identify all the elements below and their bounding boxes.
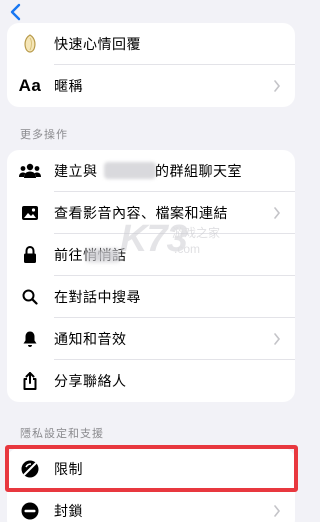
search-icon: [19, 286, 41, 308]
watermark-text: 游戏之家: [172, 226, 221, 240]
group-icon: [19, 160, 41, 182]
more-actions-title: 更多操作: [20, 128, 68, 141]
notifications-sounds-row[interactable]: 通知和音效: [7, 318, 295, 360]
search-in-conversation-row[interactable]: 在對話中搜尋: [7, 276, 295, 318]
create-group-row[interactable]: 建立與 的群組聊天室: [7, 150, 295, 192]
chevron-left-icon[interactable]: [6, 2, 26, 22]
nickname-row[interactable]: Aa 暱稱: [7, 65, 295, 107]
font-aa-icon: Aa: [18, 76, 42, 95]
search-in-conversation-label: 在對話中搜尋: [54, 290, 141, 306]
notifications-sounds-label: 通知和音效: [54, 332, 127, 348]
restrict-row[interactable]: 限制: [7, 448, 295, 490]
watermark-smudge: [86, 249, 120, 262]
watermark-url: .com: [174, 242, 201, 256]
block-label: 封鎖: [54, 504, 83, 520]
quick-reaction-label: 快速心情回覆: [54, 37, 141, 53]
chevron-right-icon: [274, 505, 281, 517]
lock-icon: [19, 244, 41, 266]
bell-icon: [19, 328, 41, 350]
quick-reaction-row[interactable]: 快速心情回覆: [7, 23, 295, 65]
chevron-right-icon: [274, 333, 281, 345]
privacy-support-group: 限制 封鎖: [7, 448, 295, 522]
create-group-suffix: 的群組聊天室: [155, 164, 242, 180]
share-contact-label: 分享聯絡人: [54, 374, 127, 390]
chevron-right-icon: [274, 207, 281, 219]
create-group-prefix: 建立與: [54, 164, 98, 180]
block-icon: [19, 500, 41, 522]
emoji-reaction-icon: [19, 33, 41, 55]
top-settings-group: 快速心情回覆 Aa 暱稱: [7, 23, 295, 107]
privacy-support-title: 隱私設定和支援: [20, 427, 104, 440]
restrict-label: 限制: [54, 462, 83, 478]
photo-icon: [19, 202, 41, 224]
share-icon: [19, 370, 41, 392]
redacted-name: [104, 162, 156, 179]
share-contact-row[interactable]: 分享聯絡人: [7, 360, 295, 402]
nickname-label: 暱稱: [54, 79, 83, 95]
watermark: K73 游戏之家 .com: [120, 210, 230, 280]
restrict-icon: [19, 458, 41, 480]
block-row[interactable]: 封鎖: [7, 490, 295, 522]
chevron-right-icon: [274, 80, 281, 92]
